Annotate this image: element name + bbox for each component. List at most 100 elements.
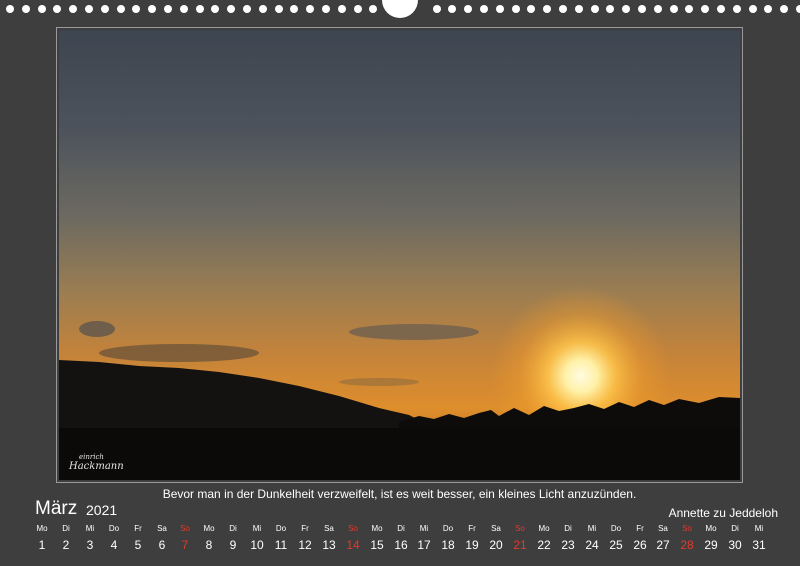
sunset-photo bbox=[59, 30, 740, 480]
day-number: 15 bbox=[370, 538, 384, 552]
binding-hole bbox=[38, 5, 46, 13]
day-cell: Mo 15 bbox=[365, 524, 389, 553]
weekday-label: Fr bbox=[636, 524, 644, 533]
binding-hole bbox=[275, 5, 283, 13]
binding-hole bbox=[354, 5, 362, 13]
weekday-label: Sa bbox=[658, 524, 668, 533]
binding-hole bbox=[369, 5, 377, 13]
day-number: 12 bbox=[298, 538, 312, 552]
binding-hole bbox=[322, 5, 330, 13]
day-number: 25 bbox=[609, 538, 623, 552]
day-number: 19 bbox=[465, 538, 479, 552]
binding-hole bbox=[685, 5, 693, 13]
day-number: 27 bbox=[656, 538, 670, 552]
day-number: 2 bbox=[62, 538, 70, 552]
month-title: März bbox=[35, 498, 78, 519]
day-number: 10 bbox=[250, 538, 264, 552]
binding-hole bbox=[575, 5, 583, 13]
day-cell: Sa 6 bbox=[150, 524, 174, 553]
binding-hole bbox=[527, 5, 535, 13]
weekday-label: Mo bbox=[705, 524, 717, 533]
day-number: 24 bbox=[585, 538, 599, 552]
binding-hole bbox=[433, 5, 441, 13]
day-cell: Fr 12 bbox=[293, 524, 317, 553]
day-number: 6 bbox=[158, 538, 166, 552]
day-number: 11 bbox=[274, 538, 288, 552]
day-number: 9 bbox=[229, 538, 237, 552]
weekday-label: Mi bbox=[754, 524, 764, 533]
weekday-label: Do bbox=[610, 524, 622, 533]
day-cell: Fr 26 bbox=[628, 524, 652, 553]
binding-hole bbox=[733, 5, 741, 13]
day-cell: Sa 13 bbox=[317, 524, 341, 553]
day-cell: Do 11 bbox=[269, 524, 293, 553]
binding-hole bbox=[6, 5, 14, 13]
day-number: 26 bbox=[633, 538, 647, 552]
weekday-label: So bbox=[682, 524, 692, 533]
day-number: 31 bbox=[752, 538, 766, 552]
day-number: 14 bbox=[346, 538, 360, 552]
weekday-label: Fr bbox=[301, 524, 309, 533]
binding-hole bbox=[53, 5, 61, 13]
day-cell: So 14 bbox=[341, 524, 365, 553]
weekday-label: Di bbox=[62, 524, 70, 533]
binding-hole bbox=[606, 5, 614, 13]
weekday-label: Do bbox=[275, 524, 287, 533]
binding-hole bbox=[85, 5, 93, 13]
day-cell: Di 9 bbox=[221, 524, 245, 553]
day-cell: Sa 27 bbox=[651, 524, 675, 553]
day-number: 21 bbox=[513, 538, 527, 552]
weekday-label: Mi bbox=[252, 524, 262, 533]
binding-hole bbox=[543, 5, 551, 13]
weekday-label: Di bbox=[397, 524, 405, 533]
binding-hole bbox=[132, 5, 140, 13]
quote-author: Annette zu Jeddeloh bbox=[668, 506, 778, 520]
weekday-label: Fr bbox=[134, 524, 142, 533]
day-number: 3 bbox=[86, 538, 94, 552]
binding-hole bbox=[306, 5, 314, 13]
day-number: 1 bbox=[38, 538, 46, 552]
binding-hole bbox=[622, 5, 630, 13]
day-number: 30 bbox=[728, 538, 742, 552]
day-cell: Mi 31 bbox=[747, 524, 771, 553]
weekday-label: Mo bbox=[371, 524, 383, 533]
photographer-signature: einrich Hackmann bbox=[69, 453, 124, 472]
day-cell: So 28 bbox=[675, 524, 699, 553]
weekday-label: So bbox=[180, 524, 190, 533]
day-cell: Mi 17 bbox=[412, 524, 436, 553]
weekday-label: Mi bbox=[419, 524, 429, 533]
day-number: 5 bbox=[134, 538, 142, 552]
binding-hole bbox=[227, 5, 235, 13]
binding-hole bbox=[448, 5, 456, 13]
day-cell: So 7 bbox=[173, 524, 197, 553]
day-number: 7 bbox=[181, 538, 189, 552]
day-cell: Di 30 bbox=[723, 524, 747, 553]
photo-frame: einrich Hackmann bbox=[56, 27, 743, 483]
weekday-label: Do bbox=[108, 524, 120, 533]
weekday-label: Sa bbox=[157, 524, 167, 533]
binding-hole bbox=[164, 5, 172, 13]
binding-hole bbox=[117, 5, 125, 13]
day-cell: So 21 bbox=[508, 524, 532, 553]
binding-hole bbox=[338, 5, 346, 13]
weekday-label: Mi bbox=[587, 524, 597, 533]
day-cell: Mi 10 bbox=[245, 524, 269, 553]
binding-hole bbox=[638, 5, 646, 13]
binding-hole bbox=[69, 5, 77, 13]
day-number: 28 bbox=[680, 538, 694, 552]
weekday-label: Mo bbox=[36, 524, 48, 533]
binding-hole bbox=[101, 5, 109, 13]
binding-hole bbox=[480, 5, 488, 13]
weekday-label: Di bbox=[564, 524, 572, 533]
day-cell: Mo 8 bbox=[197, 524, 221, 553]
binding-hole bbox=[180, 5, 188, 13]
weekday-label: So bbox=[515, 524, 525, 533]
weekday-label: Fr bbox=[468, 524, 476, 533]
day-number: 16 bbox=[394, 538, 408, 552]
binding-hole bbox=[148, 5, 156, 13]
day-number: 20 bbox=[489, 538, 503, 552]
day-cell: Fr 19 bbox=[460, 524, 484, 553]
binding-hole bbox=[496, 5, 504, 13]
binding-hole bbox=[559, 5, 567, 13]
weekday-label: Sa bbox=[491, 524, 501, 533]
